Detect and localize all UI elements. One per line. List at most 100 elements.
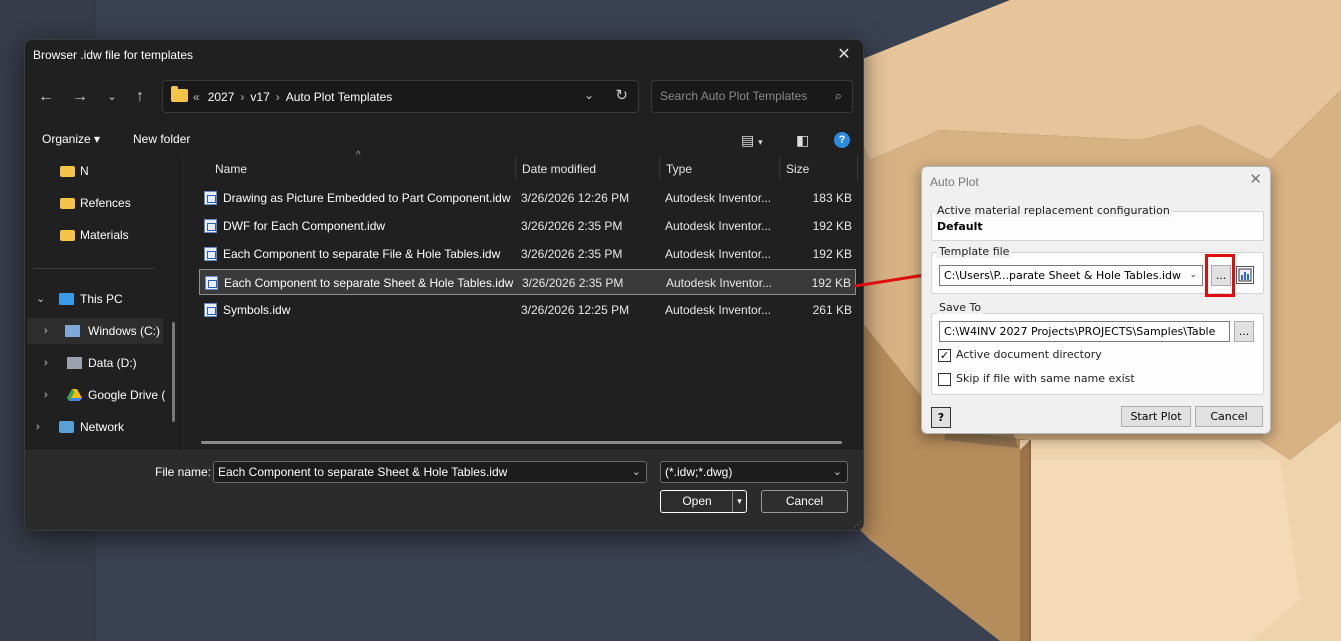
chevron-right-icon[interactable]: › <box>44 350 48 376</box>
skip-existing-checkbox[interactable] <box>938 373 951 386</box>
chevron-down-icon[interactable]: ⌄ <box>1189 266 1197 285</box>
column-size[interactable]: Size <box>786 162 809 176</box>
network-icon <box>59 421 74 433</box>
search-box[interactable]: ⌕ <box>651 80 853 113</box>
forward-icon[interactable]: → <box>68 88 92 106</box>
highlight-annotation <box>1205 254 1235 297</box>
save-to-browse-button[interactable]: ... <box>1234 321 1254 342</box>
horizontal-scrollbar[interactable] <box>201 441 842 444</box>
file-name: Drawing as Picture Embedded to Part Comp… <box>223 191 511 205</box>
organize-button[interactable]: Organize ▾ <box>42 132 100 146</box>
new-folder-button[interactable]: New folder <box>133 132 190 146</box>
help-icon[interactable]: ? <box>834 132 850 148</box>
file-date: 3/26/2026 2:35 PM <box>522 276 624 290</box>
idw-file-icon <box>204 303 217 317</box>
open-button[interactable]: Open ▾ <box>660 490 747 513</box>
nav-item-data-d[interactable]: › Data (D:) <box>25 350 175 376</box>
dialog-title: Auto Plot <box>930 175 979 189</box>
nav-item-this-pc[interactable]: ⌄ This PC <box>25 286 175 312</box>
active-dir-checkbox[interactable]: ✓ <box>938 349 951 362</box>
template-file-label: Template file <box>937 245 1012 258</box>
back-icon[interactable]: ← <box>34 88 58 106</box>
nav-item-network[interactable]: › Network <box>25 414 175 440</box>
open-split-chevron-icon[interactable]: ▾ <box>732 491 746 512</box>
nav-item-google-drive[interactable]: › Google Drive ( <box>25 382 175 408</box>
breadcrumb-item-v17[interactable]: v17 <box>250 90 269 104</box>
overflow-chevrons-icon[interactable]: « <box>193 90 200 104</box>
address-dropdown-icon[interactable]: ⌄ <box>584 88 594 102</box>
recent-chevron-down-icon[interactable]: ⌄ <box>100 88 124 106</box>
address-bar[interactable]: «2027 › v17 › Auto Plot Templates ⌄ ↻ <box>162 80 639 113</box>
column-divider[interactable] <box>659 156 660 180</box>
chevron-down-icon[interactable]: ⌄ <box>833 462 842 482</box>
column-type[interactable]: Type <box>666 162 692 176</box>
save-to-label: Save To <box>937 301 984 314</box>
nav-item-refences[interactable]: Refences <box>25 190 175 216</box>
breadcrumb-item-auto-plot-templates[interactable]: Auto Plot Templates <box>286 90 393 104</box>
refresh-icon[interactable]: ↻ <box>615 86 628 104</box>
search-input[interactable] <box>660 89 820 103</box>
auto-plot-dialog: Auto Plot ✕ Active material replacement … <box>921 166 1271 434</box>
preview-pane-icon[interactable]: ◧ <box>796 132 809 149</box>
file-name: Symbols.idw <box>223 303 291 317</box>
template-preview-button[interactable] <box>1236 266 1254 284</box>
table-row[interactable]: DWF for Each Component.idw 3/26/2026 2:3… <box>199 213 856 239</box>
nav-item-materials[interactable]: Materials <box>25 222 175 248</box>
file-type: Autodesk Inventor... <box>665 219 772 233</box>
table-row[interactable]: Each Component to separate File & Hole T… <box>199 241 856 267</box>
file-name: Each Component to separate Sheet & Hole … <box>224 276 514 290</box>
resize-grip-icon[interactable]: ⋰ <box>854 520 862 529</box>
file-date: 3/26/2026 2:35 PM <box>521 219 623 233</box>
file-name-field[interactable]: Each Component to separate Sheet & Hole … <box>213 461 647 483</box>
chevron-down-icon[interactable]: ⌄ <box>632 462 641 482</box>
file-type: Autodesk Inventor... <box>665 303 772 317</box>
file-name: DWF for Each Component.idw <box>223 219 386 233</box>
file-type-select[interactable]: (*.idw;*.dwg) ⌄ <box>660 461 848 483</box>
chevron-right-icon[interactable]: › <box>36 414 40 440</box>
nav-item-windows-c[interactable]: › Windows (C:) <box>27 318 163 344</box>
nav-label: Windows (C:) <box>88 324 161 338</box>
nav-scrollbar[interactable] <box>172 322 175 422</box>
chevron-down-icon[interactable]: ⌄ <box>36 286 45 312</box>
file-name-label: File name: <box>155 465 212 479</box>
save-to-field[interactable]: C:\W4INV 2027 Projects\PROJECTS\Samples\… <box>939 321 1230 342</box>
column-divider[interactable] <box>515 156 516 180</box>
column-date[interactable]: Date modified <box>522 162 596 176</box>
help-button[interactable]: ? <box>931 407 951 428</box>
dialog-footer: File name: Each Component to separate Sh… <box>25 450 863 530</box>
file-list-header: ^ Name Date modified Type Size <box>208 150 858 182</box>
chevron-right-icon[interactable]: › <box>44 382 48 408</box>
nav-item-n[interactable]: N <box>25 158 175 184</box>
sort-ascending-icon: ^ <box>356 150 361 161</box>
chevron-right-icon[interactable]: › <box>44 318 48 344</box>
dialog-title: Browser .idw file for templates <box>33 48 194 62</box>
table-row-selected[interactable]: Each Component to separate Sheet & Hole … <box>199 269 856 295</box>
close-icon[interactable]: ✕ <box>831 43 857 67</box>
file-date: 3/26/2026 2:35 PM <box>521 247 623 261</box>
material-config-label: Active material replacement configuratio… <box>935 204 1172 217</box>
file-date: 3/26/2026 12:26 PM <box>521 191 630 205</box>
file-name: Each Component to separate File & Hole T… <box>223 247 501 261</box>
column-name[interactable]: Name <box>215 162 247 176</box>
divider <box>183 156 184 452</box>
start-plot-button[interactable]: Start Plot <box>1121 406 1191 427</box>
file-size: 192 KB <box>812 219 852 233</box>
close-icon[interactable]: ✕ <box>1249 170 1262 188</box>
folder-icon <box>171 86 188 102</box>
template-file-select[interactable]: C:\Users\P...parate Sheet & Hole Tables.… <box>939 265 1203 286</box>
table-row[interactable]: Drawing as Picture Embedded to Part Comp… <box>199 185 856 211</box>
table-row[interactable]: Symbols.idw 3/26/2026 12:25 PM Autodesk … <box>199 297 856 323</box>
folder-icon <box>60 166 75 177</box>
column-divider[interactable] <box>857 156 858 180</box>
cancel-button[interactable]: Cancel <box>1195 406 1263 427</box>
breadcrumb-item-2027[interactable]: 2027 <box>208 90 235 104</box>
cancel-button[interactable]: Cancel <box>761 490 848 513</box>
file-type: Autodesk Inventor... <box>666 276 773 290</box>
skip-existing-label: Skip if file with same name exist <box>956 372 1135 385</box>
idw-file-icon <box>204 247 217 261</box>
view-options-icon[interactable]: ▤ ▾ <box>741 132 763 149</box>
nav-label: Data (D:) <box>88 356 137 370</box>
idw-file-icon <box>204 219 217 233</box>
column-divider[interactable] <box>779 156 780 180</box>
up-icon[interactable]: ↑ <box>128 88 152 106</box>
